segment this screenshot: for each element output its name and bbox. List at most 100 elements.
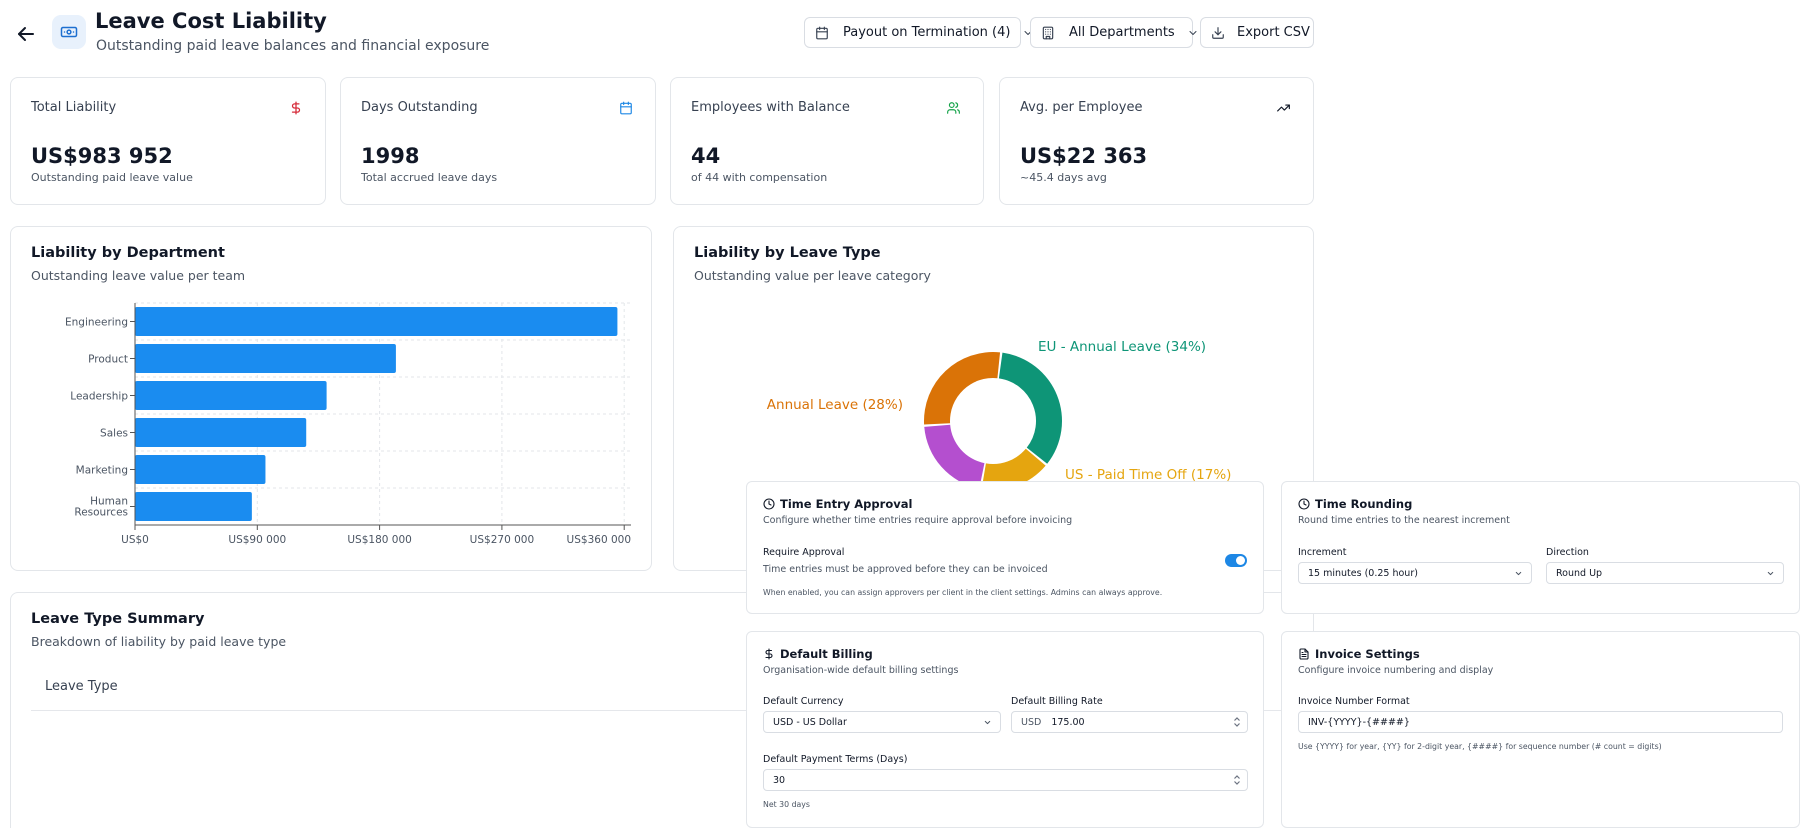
download-icon — [1211, 26, 1225, 40]
rounding-title: Time Rounding — [1315, 497, 1413, 511]
stat-subtext: Total accrued leave days — [361, 171, 498, 184]
department-filter-label: All Departments — [1069, 25, 1175, 40]
approval-title: Time Entry Approval — [780, 497, 913, 511]
toggle-knob — [1236, 556, 1245, 565]
y-tick-label: Resources — [74, 507, 128, 519]
stat-value: 44 — [691, 144, 721, 168]
department-filter-select[interactable]: All Departments — [1030, 17, 1197, 48]
x-tick-label: US$360 000 — [567, 534, 631, 546]
stat-card-days-outstanding: Days Outstanding 1998 Total accrued leav… — [340, 77, 656, 205]
stat-value: 1998 — [361, 144, 420, 168]
increment-select[interactable]: 15 minutes (0.25 hour) — [1298, 562, 1532, 584]
users-icon — [946, 100, 961, 119]
chart-subtitle: Outstanding value per leave category — [694, 268, 931, 283]
bar — [135, 418, 307, 447]
stat-label: Avg. per Employee — [1020, 100, 1143, 115]
billing-rate-value: 175.00 — [1051, 716, 1085, 728]
bar — [135, 307, 618, 336]
payment-terms-value: 30 — [773, 774, 786, 786]
x-tick-label: US$0 — [121, 534, 149, 546]
require-approval-label: Require Approval — [763, 547, 845, 558]
stepper-icon[interactable] — [1233, 774, 1241, 789]
direction-select[interactable]: Round Up — [1546, 562, 1784, 584]
billing-rate-input[interactable]: USD 175.00 — [1011, 711, 1248, 733]
slice-label: Annual Leave (28%) — [767, 397, 903, 413]
file-text-icon — [1299, 648, 1309, 660]
approval-title-row: Time Entry Approval — [763, 497, 912, 511]
invoice-format-input[interactable]: INV-{YYYY}-{####} — [1298, 711, 1783, 733]
require-approval-description: Time entries must be approved before the… — [763, 564, 1048, 575]
currency-value: USD - US Dollar — [773, 716, 847, 728]
invoice-format-value: INV-{YYYY}-{####} — [1308, 716, 1410, 728]
page-icon — [52, 15, 86, 49]
stat-label: Employees with Balance — [691, 100, 850, 115]
clock-icon — [1298, 498, 1310, 510]
y-tick-label: Sales — [100, 428, 128, 440]
billing-title: Default Billing — [780, 647, 873, 661]
stat-value: US$983 952 — [31, 144, 173, 168]
approval-help-text: When enabled, you can assign approvers p… — [763, 588, 1163, 597]
x-tick-label: US$90 000 — [228, 534, 286, 546]
rounding-title-row: Time Rounding — [1298, 497, 1412, 511]
invoice-title-row: Invoice Settings — [1298, 647, 1420, 661]
dollar-icon — [289, 100, 303, 119]
billing-rate-prefix: USD — [1021, 716, 1042, 728]
increment-value: 15 minutes (0.25 hour) — [1308, 567, 1418, 579]
x-tick-label: US$180 000 — [347, 534, 411, 546]
chevron-down-icon — [983, 718, 992, 730]
invoice-format-label: Invoice Number Format — [1298, 696, 1410, 707]
y-tick-label: Engineering — [65, 317, 128, 329]
direction-label: Direction — [1546, 547, 1589, 558]
x-tick-label: US$270 000 — [470, 534, 534, 546]
stat-card-total-liability: Total Liability US$983 952 Outstanding p… — [10, 77, 326, 205]
increment-label: Increment — [1298, 547, 1347, 558]
billing-subtitle: Organisation-wide default billing settin… — [763, 665, 959, 676]
department-chart-card: Liability by Department Outstanding leav… — [10, 226, 652, 571]
stepper-icon[interactable] — [1233, 716, 1241, 731]
default-billing-card: Default Billing Organisation-wide defaul… — [746, 631, 1264, 828]
payout-filter-label: Payout on Termination (4) — [843, 25, 1011, 40]
calendar-icon — [619, 100, 633, 119]
stat-value: US$22 363 — [1020, 144, 1148, 168]
stat-subtext: Outstanding paid leave value — [31, 171, 193, 184]
bar — [135, 492, 252, 521]
stat-label: Total Liability — [31, 100, 117, 115]
clock-icon — [763, 498, 775, 510]
currency-select[interactable]: USD - US Dollar — [763, 711, 1001, 733]
payment-terms-help: Net 30 days — [763, 800, 810, 809]
stat-label: Days Outstanding — [361, 100, 478, 115]
donut-slice — [924, 352, 1001, 425]
currency-label: Default Currency — [763, 696, 844, 707]
time-entry-approval-card: Time Entry Approval Configure whether ti… — [746, 481, 1264, 614]
calendar-icon — [815, 26, 829, 40]
payout-filter-select[interactable]: Payout on Termination (4) — [804, 17, 1032, 48]
y-tick-label: Marketing — [76, 465, 128, 477]
arrow-left-icon — [18, 27, 34, 41]
page-title: Leave Cost Liability — [95, 9, 327, 33]
chevron-down-icon — [1187, 27, 1199, 39]
invoice-format-help: Use {YYYY} for year, {YY} for 2-digit ye… — [1298, 742, 1662, 751]
building-icon — [1041, 26, 1055, 40]
payment-terms-label: Default Payment Terms (Days) — [763, 754, 908, 765]
approval-subtitle: Configure whether time entries require a… — [763, 515, 1073, 526]
time-rounding-card: Time Rounding Round time entries to the … — [1281, 481, 1800, 614]
department-bar-chart: Engineering Product Leadership Sales Marketi… — [65, 302, 631, 546]
y-tick-label: Product — [88, 354, 128, 366]
direction-value: Round Up — [1556, 567, 1603, 579]
bar — [135, 344, 396, 373]
invoice-subtitle: Configure invoice numbering and display — [1298, 665, 1494, 676]
invoice-settings-card: Invoice Settings Configure invoice numbe… — [1281, 631, 1800, 828]
require-approval-toggle[interactable] — [1225, 554, 1247, 567]
summary-title: Leave Type Summary — [31, 611, 205, 627]
invoice-title: Invoice Settings — [1315, 647, 1420, 661]
summary-subtitle: Breakdown of liability by paid leave typ… — [31, 634, 287, 649]
payment-terms-input[interactable]: 30 — [763, 769, 1248, 791]
export-csv-label: Export CSV — [1237, 25, 1310, 40]
stat-card-employees-with-balance: Employees with Balance 44 of 44 with com… — [670, 77, 984, 205]
page-subtitle: Outstanding paid leave balances and fina… — [96, 38, 490, 54]
column-header-leave-type[interactable]: Leave Type — [45, 679, 118, 694]
export-csv-button[interactable]: Export CSV — [1200, 17, 1314, 48]
donut-slice — [924, 424, 985, 489]
back-button[interactable] — [14, 22, 38, 46]
chart-title: Liability by Department — [31, 245, 225, 261]
